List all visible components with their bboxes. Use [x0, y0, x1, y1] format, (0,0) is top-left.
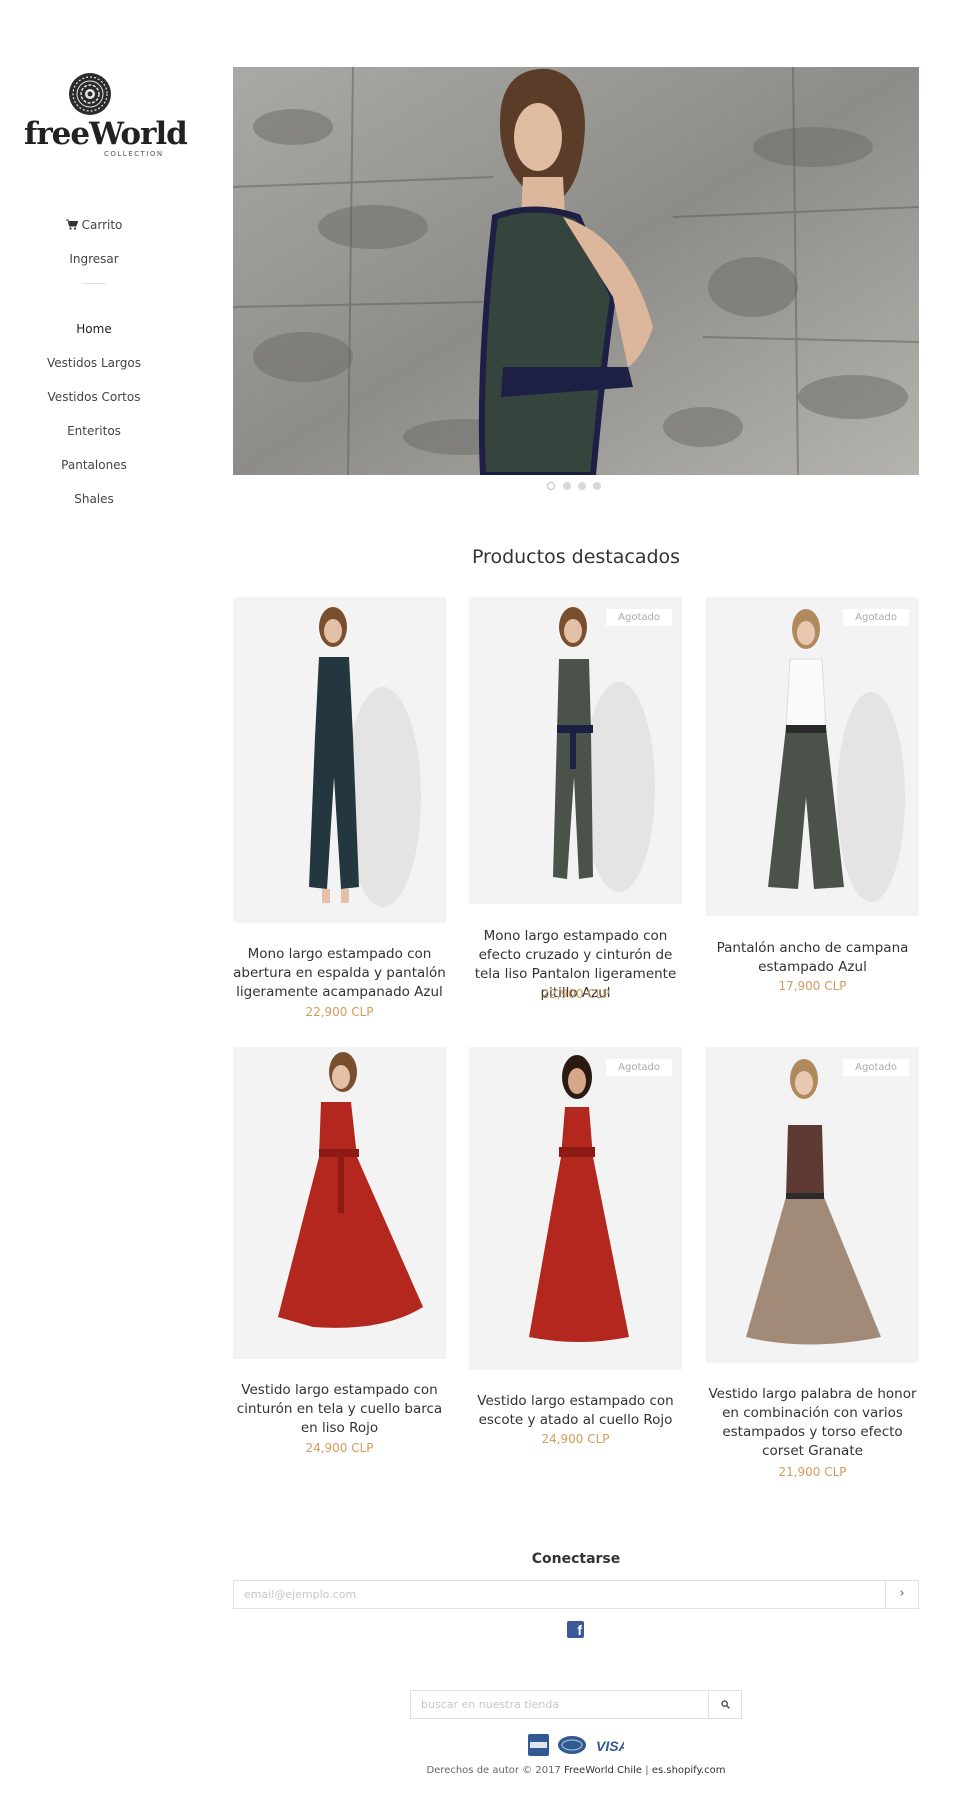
product-price: 17,900 CLP [778, 979, 847, 993]
sidebar-item-shales[interactable]: Shales [0, 492, 188, 506]
product-photo [233, 597, 446, 923]
sold-out-badge: Agotado [843, 1059, 909, 1076]
visa-icon: VISA [596, 1738, 624, 1754]
product-photo [706, 597, 919, 916]
product-price: 24,900 CLP [305, 1441, 374, 1455]
search-icon [720, 1700, 730, 1709]
copyright: Derechos de autor © 2017 FreeWorld Chile… [233, 1765, 919, 1776]
search-button[interactable] [708, 1691, 741, 1718]
product-price: 22,900 CLP [305, 1005, 374, 1019]
chevron-right-icon: › [899, 1586, 905, 1601]
product-image[interactable]: Agotado [706, 597, 919, 916]
logo-subtitle: COLLECTION [104, 150, 164, 158]
american-express-icon [528, 1734, 549, 1756]
sidebar-item-vestidos-cortos[interactable]: Vestidos Cortos [0, 390, 188, 404]
login-link[interactable]: Ingresar [0, 252, 188, 266]
copyright-separator: | [645, 1765, 649, 1776]
copyright-text: Derechos de autor © 2017 [426, 1765, 561, 1776]
mandala-icon [69, 73, 111, 115]
footer-search-form [410, 1690, 742, 1719]
sold-out-badge: Agotado [606, 1059, 672, 1076]
sold-out-badge: Agotado [606, 609, 672, 626]
product-photo [469, 597, 682, 904]
slide-dot[interactable] [547, 482, 555, 490]
hero-slideshow[interactable] [233, 67, 919, 475]
product-title[interactable]: Vestido largo estampado con cinturón en … [233, 1381, 446, 1438]
product-price: 21,900 CLP [778, 1465, 847, 1479]
featured-title: Productos destacados [471, 546, 681, 568]
site-logo[interactable]: freeWorld COLLECTION [24, 72, 188, 158]
product-photo [469, 1047, 682, 1370]
store-link[interactable]: FreeWorld Chile [564, 1765, 642, 1776]
product-title[interactable]: Vestido largo estampado con escote y ata… [469, 1392, 682, 1430]
shopify-link[interactable]: es.shopify.com [652, 1765, 726, 1776]
payment-icons-row: VISA [528, 1734, 629, 1756]
product-image[interactable]: Agotado [706, 1047, 919, 1363]
cart-icon [65, 219, 78, 230]
logo-wordmark: freeWorld [24, 116, 188, 152]
sold-out-badge: Agotado [843, 609, 909, 626]
newsletter-form: › [233, 1580, 919, 1609]
product-image[interactable]: Agotado [469, 597, 682, 904]
product-title[interactable]: Mono largo estampado con abertura en esp… [233, 945, 446, 1002]
product-photo [706, 1047, 919, 1363]
payment-icons: VISA [528, 1734, 629, 1756]
sidebar-item-enteritos[interactable]: Enteritos [0, 424, 188, 438]
newsletter-title: Conectarse [531, 1551, 621, 1567]
product-image[interactable] [233, 597, 446, 923]
email-field[interactable] [234, 1581, 885, 1608]
hero-image [233, 67, 919, 475]
sidebar-item-vestidos-largos[interactable]: Vestidos Largos [0, 356, 188, 370]
cart-label: Carrito [81, 218, 123, 232]
product-title[interactable]: Pantalón ancho de campana estampado Azul [706, 939, 919, 977]
mastercard-icon [558, 1736, 586, 1754]
sidebar-divider [82, 283, 106, 284]
product-title[interactable]: Vestido largo palabra de honor en combin… [706, 1385, 919, 1461]
facebook-icon[interactable]: f [567, 1621, 584, 1638]
subscribe-button[interactable]: › [885, 1581, 918, 1608]
sidebar: freeWorld COLLECTION Carrito Ingresar Ho… [0, 0, 188, 560]
sidebar-item-home[interactable]: Home [0, 322, 188, 336]
sidebar-item-pantalones[interactable]: Pantalones [0, 458, 188, 472]
product-price: 24,900 CLP [541, 1432, 610, 1446]
product-image[interactable]: Agotado [469, 1047, 682, 1370]
slide-dot[interactable] [563, 482, 571, 490]
product-price: 22,900 CLP [541, 987, 610, 1001]
product-photo [233, 1047, 446, 1359]
product-image[interactable] [233, 1047, 446, 1359]
slide-dot[interactable] [578, 482, 586, 490]
cart-link[interactable]: Carrito [0, 218, 188, 232]
search-input[interactable] [411, 1691, 708, 1718]
slide-dot[interactable] [593, 482, 601, 490]
